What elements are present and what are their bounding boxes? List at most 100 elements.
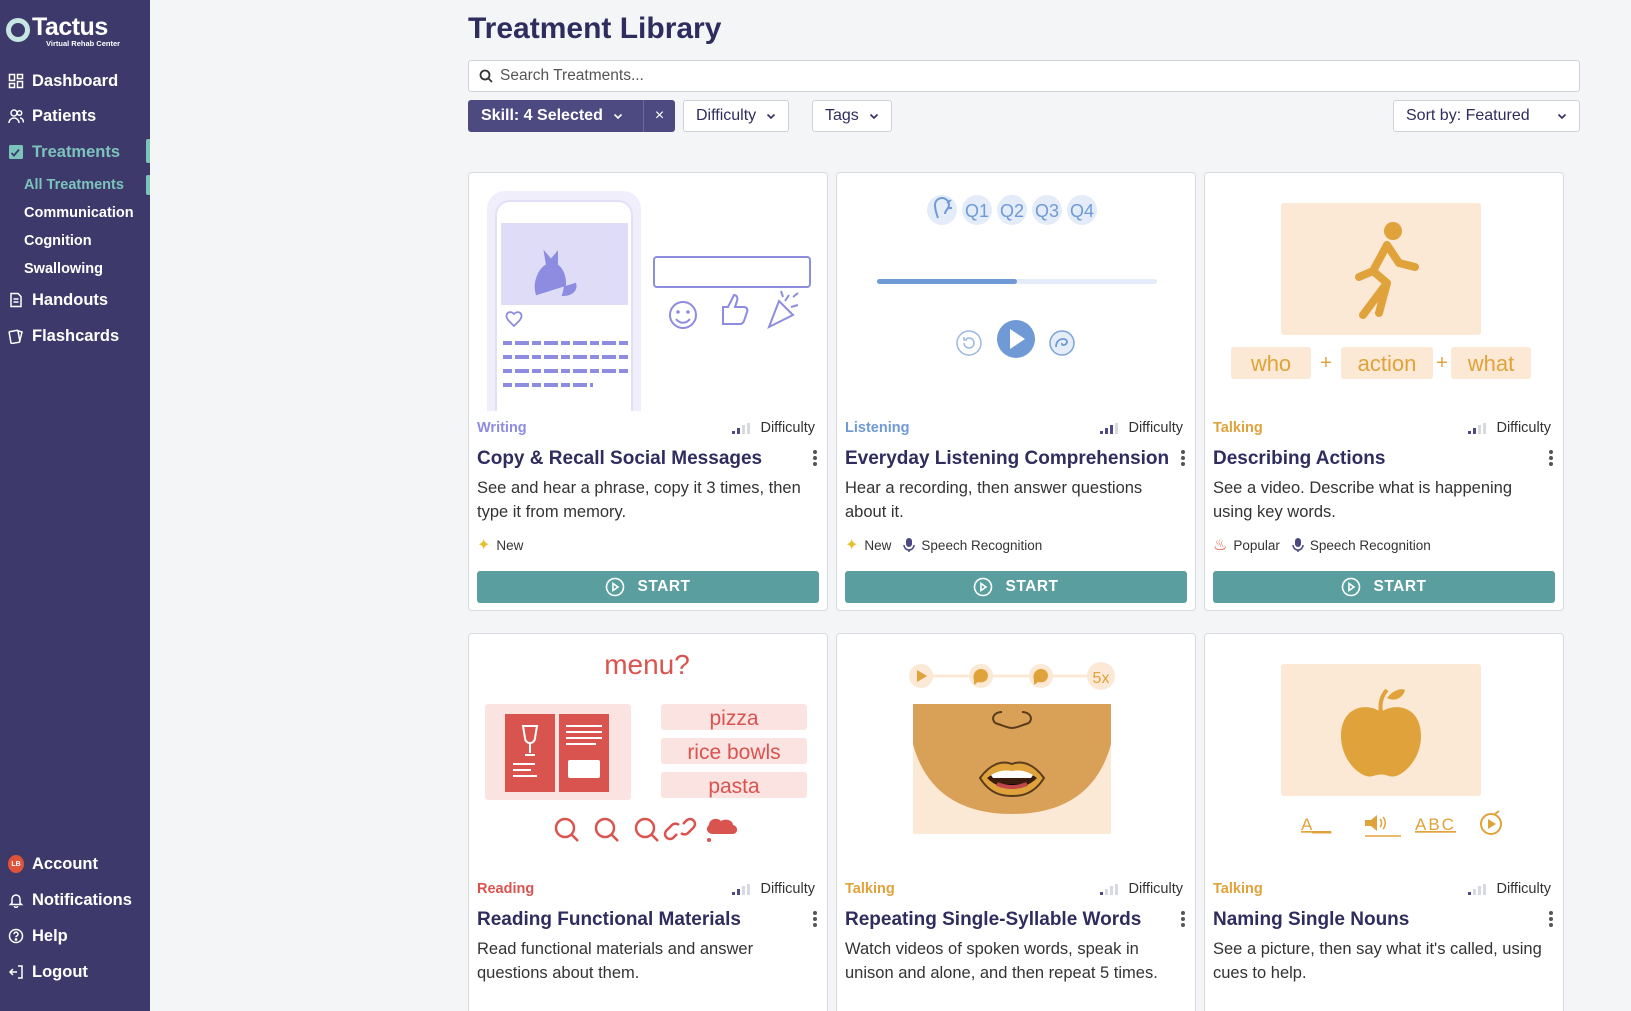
difficulty-indicator: Difficulty — [732, 420, 815, 436]
spelling-cue: ABC — [1415, 815, 1456, 834]
more-options-icon[interactable] — [811, 448, 819, 468]
card-tags: ✦ New Speech Recognition — [845, 535, 1042, 555]
difficulty-indicator: Difficulty — [1468, 420, 1551, 436]
sidebar-item-handouts[interactable]: Handouts — [0, 285, 150, 315]
sidebar-item-dashboard[interactable]: Dashboard — [0, 66, 150, 96]
sidebar-item-account[interactable]: LB Account — [0, 849, 150, 879]
search-bar[interactable] — [468, 60, 1580, 92]
q-label: Q4 — [1070, 201, 1094, 221]
naming-illustration: A__ ABC — [1281, 664, 1502, 837]
card-tags: ✦ New — [477, 535, 523, 555]
sidebar-item-notifications[interactable]: Notifications — [0, 885, 150, 915]
difficulty-label: Difficulty — [760, 881, 815, 897]
writing-illustration — [487, 191, 811, 411]
card-title: Reading Functional Materials — [477, 909, 741, 930]
menu-item-label: pasta — [708, 775, 760, 798]
more-options-icon[interactable] — [1547, 909, 1555, 929]
q-label: Q1 — [965, 201, 989, 221]
app-name: Tactus — [32, 13, 108, 41]
q-label: Q3 — [1035, 201, 1059, 221]
difficulty-indicator: Difficulty — [1100, 881, 1183, 897]
sidebar-item-label: Flashcards — [32, 326, 120, 345]
start-button[interactable]: START — [845, 571, 1187, 603]
bell-icon — [8, 892, 24, 908]
category-label: Reading — [477, 881, 535, 897]
more-options-icon[interactable] — [1179, 909, 1187, 929]
dashboard-icon — [8, 73, 24, 89]
logo-mark-icon — [6, 18, 30, 42]
start-button[interactable]: START — [477, 571, 819, 603]
treatment-card[interactable]: menu? pizza rice bowls pasta Reading Dif… — [468, 633, 828, 1011]
sidebar-item-label: Dashboard — [32, 71, 119, 90]
difficulty-label: Difficulty — [1128, 420, 1183, 436]
treatment-card[interactable]: Q1 Q2 Q3 Q4 Listening Difficulty Everyda… — [836, 172, 1196, 611]
sidebar-subitem-all-treatments[interactable]: All Treatments — [24, 173, 150, 197]
menu-question-label: menu? — [604, 649, 690, 680]
category-label: Writing — [477, 420, 527, 436]
more-options-icon[interactable] — [811, 909, 819, 929]
sidebar-item-logout[interactable]: Logout — [0, 957, 150, 987]
treatments-icon — [8, 144, 24, 160]
skill-filter-label: Skill: 4 Selected — [481, 107, 603, 124]
sidebar-item-label: Account — [32, 854, 98, 873]
tags-filter-dropdown[interactable]: Tags — [812, 100, 892, 132]
page-title: Treatment Library — [468, 12, 722, 45]
tag-speech-recognition: Speech Recognition — [903, 537, 1042, 553]
fire-icon: ♨ — [1213, 537, 1228, 554]
difficulty-bars-icon — [1468, 883, 1487, 895]
difficulty-label: Difficulty — [1496, 420, 1551, 436]
chevron-down-icon — [1557, 113, 1567, 120]
category-label: Talking — [1213, 881, 1263, 897]
clear-skill-filter-button[interactable]: × — [643, 100, 675, 132]
difficulty-bars-icon — [1100, 422, 1119, 434]
listening-illustration: Q1 Q2 Q3 Q4 — [877, 195, 1157, 358]
sort-dropdown[interactable]: Sort by: Featured — [1393, 100, 1580, 132]
sidebar-subitem-cognition[interactable]: Cognition — [24, 229, 150, 253]
sidebar-item-label: Treatments — [32, 142, 121, 161]
card-title: Copy & Recall Social Messages — [477, 448, 763, 469]
sidebar-item-help[interactable]: Help — [0, 921, 150, 951]
repeating-illustration: 5x — [909, 662, 1115, 834]
tag-speech-recognition: Speech Recognition — [1292, 537, 1431, 553]
start-button[interactable]: START — [1213, 571, 1555, 603]
treatment-card[interactable]: who + action + what Talking Difficulty D… — [1204, 172, 1564, 611]
sidebar-subitem-swallowing[interactable]: Swallowing — [24, 257, 150, 281]
card-tags: ♨ Popular Speech Recognition — [1213, 535, 1431, 555]
search-icon — [479, 69, 493, 83]
difficulty-filter-dropdown[interactable]: Difficulty — [683, 100, 790, 132]
card-title: Describing Actions — [1213, 448, 1386, 469]
card-title: Repeating Single-Syllable Words — [845, 909, 1142, 930]
chevron-down-icon — [767, 113, 776, 120]
patients-icon — [8, 108, 24, 124]
treatment-card[interactable]: 5x Talking Difficulty Repeating Single-S… — [836, 633, 1196, 1011]
more-options-icon[interactable] — [1547, 448, 1555, 468]
sidebar-subitem-communication[interactable]: Communication — [24, 201, 150, 225]
card-title: Everyday Listening Comprehension — [845, 448, 1170, 469]
treatment-card[interactable]: Writing Difficulty Copy & Recall Social … — [468, 172, 828, 611]
card-description: Watch videos of spoken words, speak in u… — [845, 940, 1158, 982]
sidebar-item-treatments[interactable]: Treatments — [0, 137, 150, 167]
sort-label: Sort by: Featured — [1406, 107, 1530, 124]
search-input[interactable] — [500, 67, 1500, 85]
tag-new: ✦ New — [477, 537, 524, 554]
treatment-card[interactable]: A__ ABC Talking Difficulty Naming Single… — [1204, 633, 1564, 1011]
difficulty-filter-label: Difficulty — [696, 107, 757, 124]
sidebar-item-flashcards[interactable]: Flashcards — [0, 321, 150, 351]
tag-popular: ♨ Popular — [1213, 537, 1280, 554]
skill-filter-dropdown[interactable]: Skill: 4 Selected — [468, 100, 644, 132]
handouts-icon — [8, 292, 24, 308]
what-label: what — [1467, 351, 1514, 376]
repeat-count-label: 5x — [1093, 670, 1110, 687]
tactus-logo[interactable]: Tactus Virtual Rehab Center — [6, 14, 120, 48]
more-options-icon[interactable] — [1179, 448, 1187, 468]
menu-item-label: rice bowls — [687, 741, 780, 764]
card-title: Naming Single Nouns — [1213, 909, 1410, 930]
reading-illustration: menu? pizza rice bowls pasta — [485, 649, 807, 842]
category-label: Talking — [845, 881, 895, 897]
difficulty-label: Difficulty — [1128, 881, 1183, 897]
chevron-down-icon — [869, 113, 878, 120]
sidebar-item-patients[interactable]: Patients — [0, 101, 150, 131]
card-description: See and hear a phrase, copy it 3 times, … — [477, 479, 801, 521]
chevron-down-icon — [613, 113, 622, 120]
action-label: action — [1358, 351, 1417, 376]
